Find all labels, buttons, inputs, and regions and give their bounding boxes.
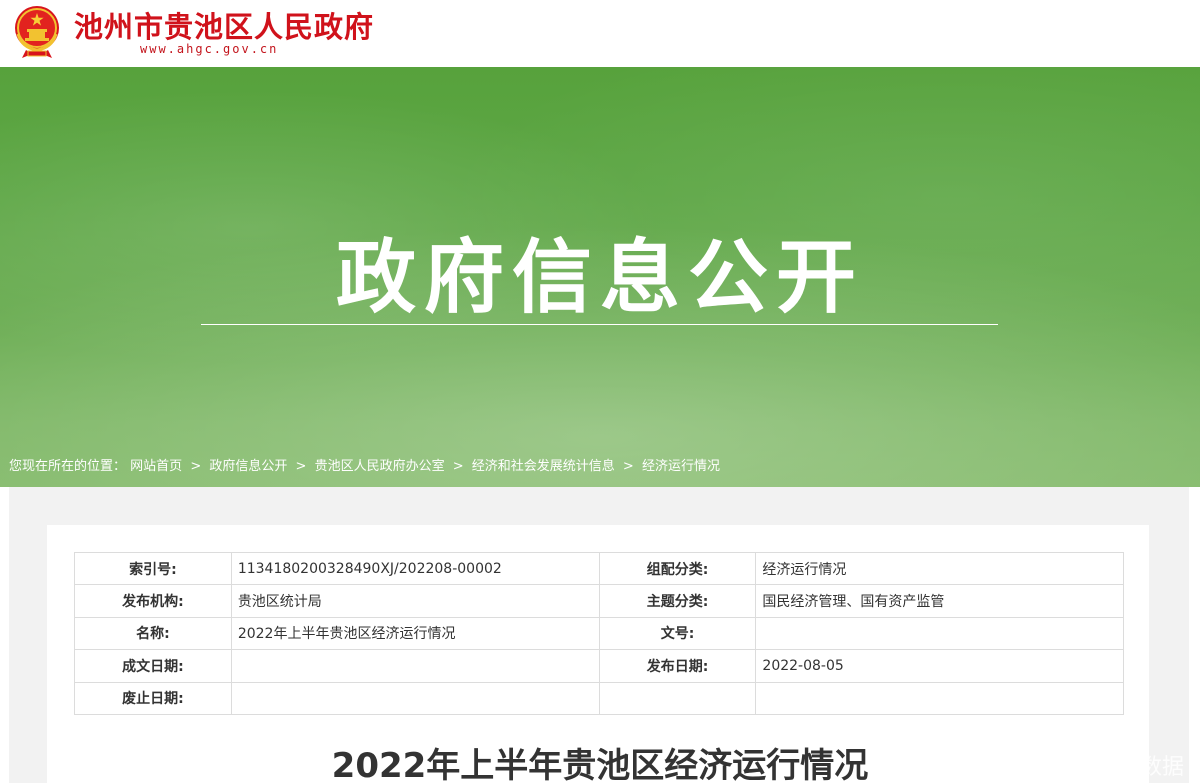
breadcrumb-prefix: 您现在所在的位置： xyxy=(9,459,127,474)
article-title: 2022年上半年贵池区经济运行情况 xyxy=(331,746,869,783)
meta-value-expiry-date xyxy=(230,681,600,715)
site-url[interactable]: www.ahgc.gov.cn xyxy=(140,42,278,56)
meta-value-written-date xyxy=(230,649,600,683)
site-name[interactable]: 池州市贵池区人民政府 xyxy=(74,4,374,46)
table-row: 索引号: 1134180200328490XJ/202208-00002 组配分… xyxy=(74,551,1124,586)
breadcrumb-separator: > xyxy=(452,459,464,474)
breadcrumb-separator: > xyxy=(190,459,202,474)
breadcrumb-link-statistics[interactable]: 经济和社会发展统计信息 xyxy=(472,455,615,474)
meta-label-name: 名称: xyxy=(74,616,232,651)
meta-value-doc-number xyxy=(755,616,1124,651)
meta-label-category: 组配分类: xyxy=(598,551,757,586)
meta-value-category: 经济运行情况 xyxy=(755,551,1124,586)
meta-label-expiry-date: 废止日期: xyxy=(74,681,232,715)
meta-label-doc-number: 文号: xyxy=(598,616,757,651)
breadcrumb-link-office[interactable]: 贵池区人民政府办公室 xyxy=(315,455,445,474)
breadcrumb-link-home[interactable]: 网站首页 xyxy=(130,455,182,474)
table-row: 废止日期: xyxy=(74,681,1124,715)
meta-label-publisher: 发布机构: xyxy=(74,584,232,618)
meta-label-empty xyxy=(598,681,757,715)
table-row: 名称: 2022年上半年贵池区经济运行情况 文号: xyxy=(74,616,1124,651)
meta-value-name: 2022年上半年贵池区经济运行情况 xyxy=(230,616,600,651)
breadcrumb-link-economy[interactable]: 经济运行情况 xyxy=(642,455,720,474)
breadcrumb-separator: > xyxy=(295,459,307,474)
meta-value-publish-date: 2022-08-05 xyxy=(755,649,1124,683)
meta-value-index-no: 1134180200328490XJ/202208-00002 xyxy=(230,551,600,586)
breadcrumb: 您现在所在的位置： 网站首页 > 政府信息公开 > 贵池区人民政府办公室 > 经… xyxy=(9,455,720,474)
site-header: 池州市贵池区人民政府 www.ahgc.gov.cn xyxy=(0,0,1200,67)
document-meta-table: 索引号: 1134180200328490XJ/202208-00002 组配分… xyxy=(74,551,1124,715)
table-row: 发布机构: 贵池区统计局 主题分类: 国民经济管理、国有资产监管 xyxy=(74,584,1124,618)
watermark-text: 数据 xyxy=(1140,755,1185,780)
meta-label-written-date: 成文日期: xyxy=(74,649,232,683)
banner-divider xyxy=(201,324,998,325)
meta-value-publisher: 贵池区统计局 xyxy=(230,584,600,618)
meta-value-topic: 国民经济管理、国有资产监管 xyxy=(755,584,1124,618)
national-emblem-icon xyxy=(15,6,59,58)
table-row: 成文日期: 发布日期: 2022-08-05 xyxy=(74,649,1124,683)
breadcrumb-link-gov-info[interactable]: 政府信息公开 xyxy=(209,455,287,474)
banner: 政府信息公开 xyxy=(0,67,1200,487)
meta-label-topic: 主题分类: xyxy=(598,584,757,618)
banner-title: 政府信息公开 xyxy=(336,231,864,324)
meta-label-publish-date: 发布日期: xyxy=(598,649,757,683)
meta-value-empty xyxy=(755,681,1124,715)
meta-label-index-no: 索引号: xyxy=(74,551,232,586)
breadcrumb-separator: > xyxy=(622,459,634,474)
